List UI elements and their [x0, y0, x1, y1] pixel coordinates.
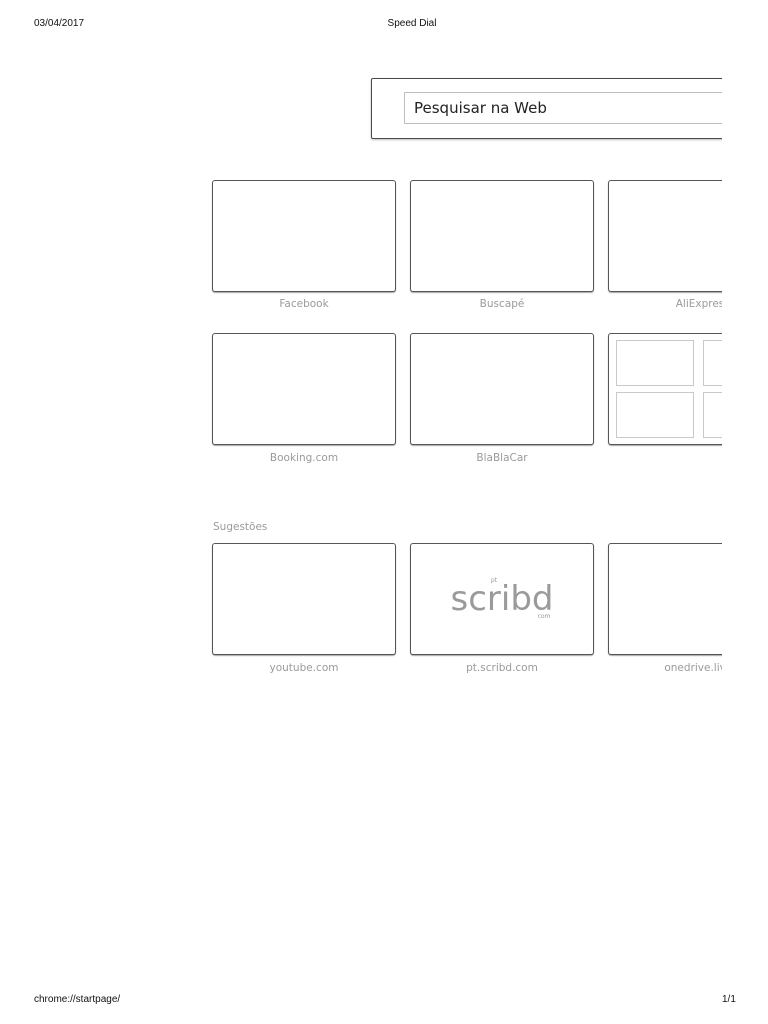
- folder-thumbnail: [703, 340, 722, 386]
- suggestion-tile-onedrive[interactable]: [608, 543, 722, 655]
- speed-dial-tile-aliexpress[interactable]: [608, 180, 722, 292]
- suggestions-heading: Sugestões: [213, 521, 268, 533]
- speed-dial-label: BlaBlaCar: [476, 452, 528, 464]
- suggestion-tile-youtube[interactable]: [212, 543, 396, 655]
- folder-thumbnail: [616, 392, 694, 438]
- scribd-prefix: pt: [491, 577, 498, 584]
- speed-dial-label: AliExpres: [675, 298, 722, 310]
- speed-dial-tile-booking[interactable]: [212, 333, 396, 445]
- search-input[interactable]: [404, 92, 722, 124]
- scribd-logo: scribd pt com: [451, 577, 554, 620]
- speed-dial-tile-buscape[interactable]: [410, 180, 594, 292]
- suggestion-label: pt.scribd.com: [466, 662, 538, 674]
- speed-dial-label: Facebook: [279, 298, 329, 310]
- suggestion-tile-scribd[interactable]: scribd pt com: [410, 543, 594, 655]
- suggestion-label: youtube.com: [269, 662, 339, 674]
- print-url: chrome://startpage/: [34, 994, 121, 1005]
- speed-dial-label: Buscapé: [479, 298, 525, 310]
- search-box: [371, 78, 722, 139]
- speed-dial-folder-tile[interactable]: [608, 333, 722, 445]
- print-page-number: 1/1: [722, 994, 736, 1005]
- speed-dial-label: Booking.com: [269, 452, 339, 464]
- speed-dial-tile-facebook[interactable]: [212, 180, 396, 292]
- suggestion-label: onedrive.live.: [664, 662, 722, 674]
- speed-dial-viewport: Facebook Buscapé AliExpres Booking.com B…: [0, 0, 722, 1024]
- folder-thumbnail: [616, 340, 694, 386]
- folder-thumbnail: [703, 392, 722, 438]
- scribd-suffix: com: [538, 613, 551, 620]
- speed-dial-tile-blablacar[interactable]: [410, 333, 594, 445]
